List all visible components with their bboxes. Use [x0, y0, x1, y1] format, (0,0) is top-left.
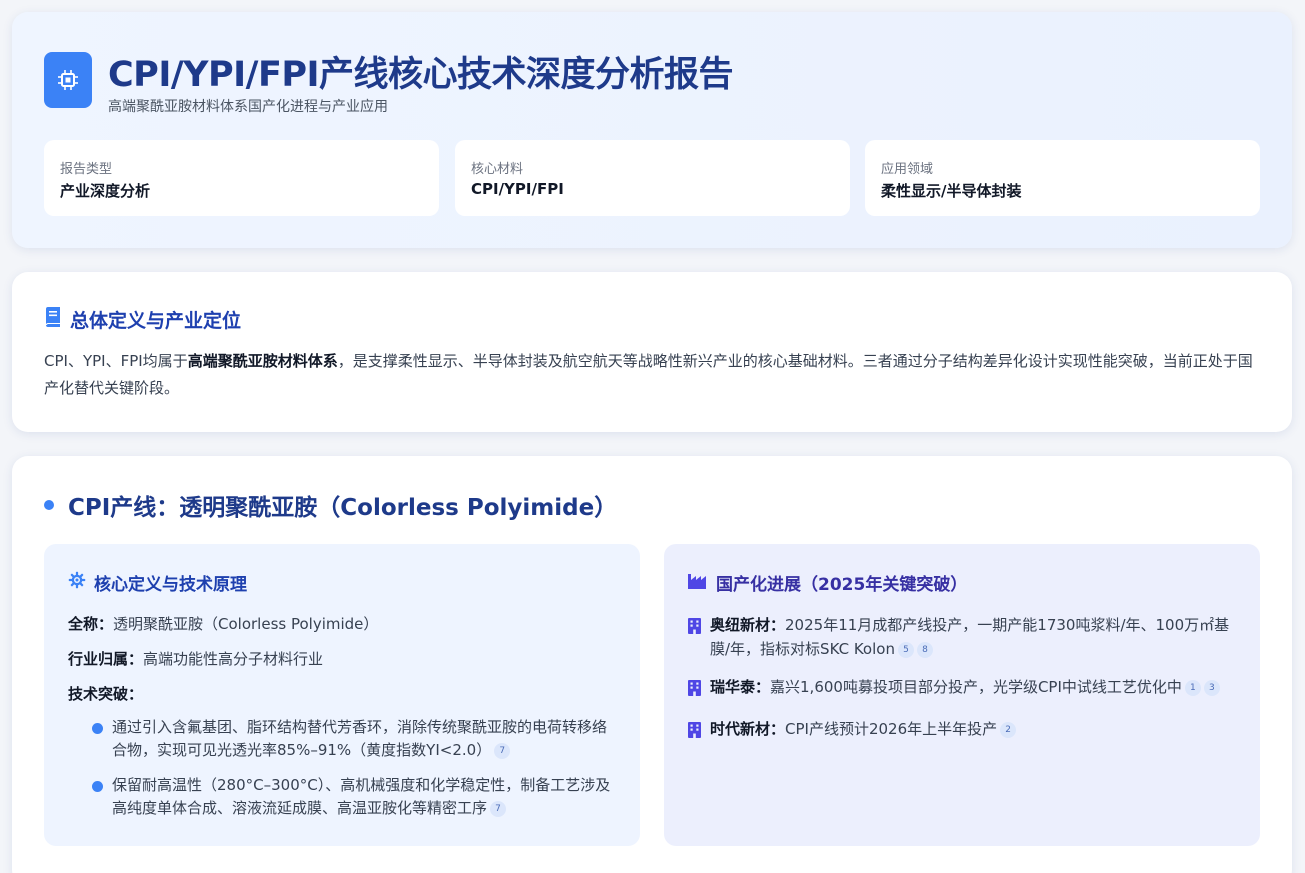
list-item: 保留耐高温性（280°C–300°C）、高机械强度和化学稳定性，制备工艺涉及高纯… [92, 774, 612, 820]
meta-label: 报告类型 [60, 162, 113, 177]
citation-badge[interactable]: 2 [1000, 721, 1017, 738]
progress-heading: 国产化进展（2025年关键突破） [688, 570, 1236, 595]
chip-icon [44, 52, 92, 108]
definition-heading-text: 核心定义与技术原理 [94, 575, 247, 595]
company-name: 瑞华泰： [710, 678, 771, 696]
book-icon [44, 307, 62, 332]
bullet-text: 保留耐高温性（280°C–300°C）、高机械强度和化学稳定性，制备工艺涉及高纯… [112, 776, 611, 817]
full-name-value: 透明聚酰亚胺（Colorless Polyimide） [113, 615, 379, 633]
citation-badge[interactable]: 1 [1184, 679, 1201, 696]
definition-heading: 核心定义与技术原理 [68, 570, 616, 595]
overview-paragraph: CPI、YPI、FPI均属于高端聚酰亚胺材料体系，是支撑柔性显示、半导体封装及航… [44, 348, 1264, 402]
citation-badge[interactable]: 3 [1203, 679, 1220, 696]
gear-icon [68, 571, 86, 594]
list-item: 通过引入含氟基团、脂环结构替代芳香环，消除传统聚酰亚胺的电荷转移络合物，实现可见… [92, 716, 612, 762]
factory-icon [688, 571, 708, 594]
meta-label: 应用领域 [881, 162, 934, 177]
report-header: CPI/YPI/FPI产线核心技术深度分析报告 高端聚酰亚胺材料体系国产化进程与… [12, 12, 1292, 248]
meta-report-type: 报告类型 产业深度分析 [44, 140, 439, 216]
building-icon [688, 721, 702, 745]
meta-value: 产业深度分析 [60, 182, 151, 200]
list-item: 瑞华泰：嘉兴1,600吨募投项目部分投产，光学级CPI中试线工艺优化中 1 3 [688, 675, 1236, 703]
citation-badge[interactable]: 7 [490, 800, 507, 817]
meta-label: 核心材料 [471, 162, 524, 177]
overview-section: 总体定义与产业定位 CPI、YPI、FPI均属于高端聚酰亚胺材料体系，是支撑柔性… [12, 272, 1292, 432]
bullet-dot-icon [44, 500, 54, 510]
building-icon [688, 617, 702, 661]
full-name-label: 全称： [68, 615, 114, 633]
building-icon [688, 679, 702, 703]
progress-detail: CPI产线预计2026年上半年投产 [785, 720, 998, 738]
overview-text-before: CPI、YPI、FPI均属于 [44, 352, 188, 370]
list-item: 奥纽新材：2025年11月成都产线投产，一期产能1730吨浆料/年、100万㎡基… [688, 613, 1236, 661]
page-title: CPI/YPI/FPI产线核心技术深度分析报告 [108, 55, 734, 95]
page-subtitle: 高端聚酰亚胺材料体系国产化进程与产业应用 [108, 99, 388, 115]
industry-label: 行业归属： [68, 650, 144, 668]
breakthrough-list: 通过引入含氟基团、脂环结构替代芳香环，消除传统聚酰亚胺的电荷转移络合物，实现可见… [92, 716, 616, 820]
cpi-heading: CPI产线：透明聚酰亚胺（Colorless Polyimide） [44, 488, 617, 522]
company-name: 时代新材： [710, 720, 786, 738]
progress-detail: 2025年11月成都产线投产，一期产能1730吨浆料/年、100万㎡基膜/年，指… [710, 616, 1230, 658]
progress-panel: 国产化进展（2025年关键突破） 奥纽新材：2025年11月成都产线投产，一期产… [664, 544, 1260, 846]
progress-text: 时代新材：CPI产线预计2026年上半年投产 2 [710, 717, 1236, 745]
meta-core-material: 核心材料 CPI/YPI/FPI [455, 140, 850, 216]
progress-text: 瑞华泰：嘉兴1,600吨募投项目部分投产，光学级CPI中试线工艺优化中 1 3 [710, 675, 1236, 703]
citation-badge[interactable]: 8 [916, 641, 933, 658]
cpi-section: CPI产线：透明聚酰亚胺（Colorless Polyimide） 核心定义与技… [12, 456, 1292, 873]
overview-heading: 总体定义与产业定位 [44, 306, 241, 333]
overview-text-bold: 高端聚酰亚胺材料体系 [187, 352, 338, 370]
bullet-text: 通过引入含氟基团、脂环结构替代芳香环，消除传统聚酰亚胺的电荷转移络合物，实现可见… [112, 718, 608, 759]
definition-panel: 核心定义与技术原理 全称：透明聚酰亚胺（Colorless Polyimide）… [44, 544, 640, 846]
breakthrough-row: 技术突破： [68, 683, 616, 704]
overview-heading-text: 总体定义与产业定位 [70, 310, 242, 332]
progress-heading-text: 国产化进展（2025年关键突破） [716, 575, 968, 595]
progress-text: 奥纽新材：2025年11月成都产线投产，一期产能1730吨浆料/年、100万㎡基… [710, 613, 1236, 661]
citation-badge[interactable]: 5 [897, 641, 914, 658]
meta-value: CPI/YPI/FPI [471, 180, 564, 198]
list-item: 时代新材：CPI产线预计2026年上半年投产 2 [688, 717, 1236, 745]
citation-badge[interactable]: 7 [494, 742, 511, 759]
breakthrough-label: 技术突破： [68, 685, 144, 703]
progress-detail: 嘉兴1,600吨募投项目部分投产，光学级CPI中试线工艺优化中 [770, 678, 1182, 696]
cpi-heading-text: CPI产线：透明聚酰亚胺（Colorless Polyimide） [68, 495, 618, 521]
meta-application-field: 应用领域 柔性显示/半导体封装 [865, 140, 1260, 216]
industry-value: 高端功能性高分子材料行业 [143, 650, 324, 668]
full-name-row: 全称：透明聚酰亚胺（Colorless Polyimide） [68, 613, 616, 634]
meta-value: 柔性显示/半导体封装 [881, 182, 1022, 200]
company-name: 奥纽新材： [710, 616, 786, 634]
industry-row: 行业归属：高端功能性高分子材料行业 [68, 648, 616, 669]
